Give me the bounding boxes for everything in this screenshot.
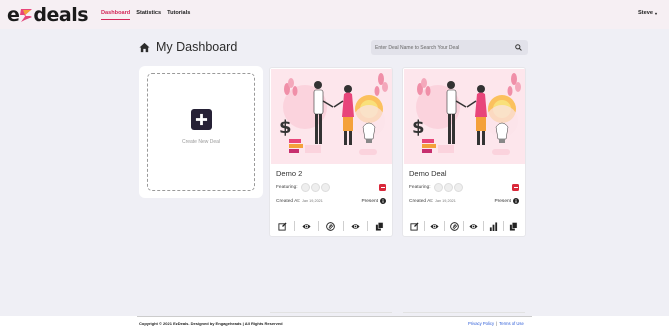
copy-icon[interactable] <box>509 221 519 231</box>
edit-icon[interactable] <box>409 221 419 231</box>
action-separator <box>463 221 465 231</box>
nav-dashboard[interactable]: Dashboard <box>101 10 131 20</box>
edit-icon[interactable] <box>277 221 287 231</box>
featured-avatar <box>300 183 310 192</box>
top-navbar: e deals Dashboard Statistics Tutorials S… <box>0 0 669 29</box>
svg-text:$: $ <box>412 117 425 138</box>
action-separator <box>483 221 485 231</box>
deal-status: Present <box>494 198 519 204</box>
deal-illustration: $ <box>404 69 525 164</box>
eye-icon[interactable] <box>469 221 479 231</box>
svg-text:$: $ <box>279 117 292 138</box>
info-icon[interactable] <box>380 198 386 204</box>
eye-icon[interactable] <box>302 221 312 231</box>
action-separator <box>342 221 344 231</box>
featuring-row: Featuring: <box>409 183 463 192</box>
featuring-label: Featuring: <box>409 185 431 190</box>
stats-icon[interactable] <box>326 221 336 231</box>
deal-actions <box>403 218 525 234</box>
deal-illustration: $ <box>271 69 392 164</box>
footer-divider <box>137 316 532 317</box>
page-title: My Dashboard <box>156 40 238 54</box>
created-row: Created At: Jan 19,2021 <box>409 199 456 204</box>
create-deal-label: Create New Deal <box>181 139 221 145</box>
eye-icon[interactable] <box>429 221 439 231</box>
created-row: Created At: Jan 19,2021 <box>276 199 323 204</box>
stats-icon[interactable] <box>449 221 459 231</box>
user-menu[interactable]: Steve ▾ <box>638 10 657 16</box>
ezdeals-logo[interactable]: e deals <box>7 4 89 26</box>
footer: Copyright © 2021 EzDeals. Designed by En… <box>0 316 669 328</box>
bar-chart-icon[interactable] <box>489 221 499 231</box>
remove-deal-icon[interactable] <box>379 184 386 191</box>
featured-avatar <box>320 183 330 192</box>
action-separator <box>293 221 295 231</box>
featured-avatar <box>443 183 453 192</box>
deal-status: Present <box>361 198 386 204</box>
status-text: Present <box>361 198 378 204</box>
nav-statistics[interactable]: Statistics <box>136 10 161 20</box>
info-icon[interactable] <box>513 198 519 204</box>
deal-search-input[interactable] <box>371 40 511 55</box>
home-icon <box>139 42 150 52</box>
action-separator <box>366 221 368 231</box>
created-label: Created At: <box>409 199 433 204</box>
footer-separator: | <box>496 321 498 326</box>
action-separator <box>423 221 425 231</box>
status-text: Present <box>494 198 511 204</box>
page-header: My Dashboard <box>139 40 237 54</box>
eye-icon[interactable] <box>350 221 360 231</box>
create-deal-card[interactable]: Create New Deal <box>139 66 263 198</box>
deal-search-bar <box>371 40 528 55</box>
action-separator <box>443 221 445 231</box>
deal-name[interactable]: Demo 2 <box>276 169 302 178</box>
action-separator <box>503 221 505 231</box>
created-date: Jan 19,2021 <box>302 199 323 203</box>
card-divider <box>270 312 392 313</box>
remove-deal-icon[interactable] <box>512 184 519 191</box>
featured-avatar <box>310 183 320 192</box>
search-icon[interactable] <box>515 44 522 51</box>
created-label: Created At: <box>276 199 300 204</box>
nav-tutorials[interactable]: Tutorials <box>167 10 190 20</box>
terms-of-use-link[interactable]: Terms of Use <box>499 321 524 326</box>
action-separator <box>318 221 320 231</box>
copy-icon[interactable] <box>375 221 385 231</box>
featuring-label: Featuring: <box>276 185 298 190</box>
featuring-row: Featuring: <box>276 183 330 192</box>
copyright-text: Copyright © 2021 EzDeals. Designed by En… <box>139 321 283 326</box>
plus-icon <box>190 109 212 130</box>
logo-text-right: deals <box>33 4 89 26</box>
footer-links: Privacy Policy | Terms of Use <box>468 321 524 326</box>
card-divider <box>403 312 525 313</box>
chevron-down-icon: ▾ <box>654 10 657 16</box>
main-nav: Dashboard Statistics Tutorials <box>101 10 190 20</box>
logo-z-mark-icon <box>20 8 33 22</box>
deal-name[interactable]: Demo Deal <box>409 169 447 178</box>
deal-card: $ Demo Deal Featuring: Created At: Jan 1… <box>402 67 526 313</box>
created-date: Jan 19,2021 <box>435 199 456 203</box>
featured-avatar <box>453 183 463 192</box>
privacy-policy-link[interactable]: Privacy Policy <box>468 321 494 326</box>
featured-avatar <box>433 183 443 192</box>
deal-actions <box>270 218 392 234</box>
create-deal-dropzone[interactable]: Create New Deal <box>147 73 255 191</box>
user-name: Steve <box>638 10 653 16</box>
logo-text-left: e <box>7 4 20 26</box>
deal-card: $ Demo 2 Featuring: Created At: Jan 19,2… <box>269 67 393 313</box>
